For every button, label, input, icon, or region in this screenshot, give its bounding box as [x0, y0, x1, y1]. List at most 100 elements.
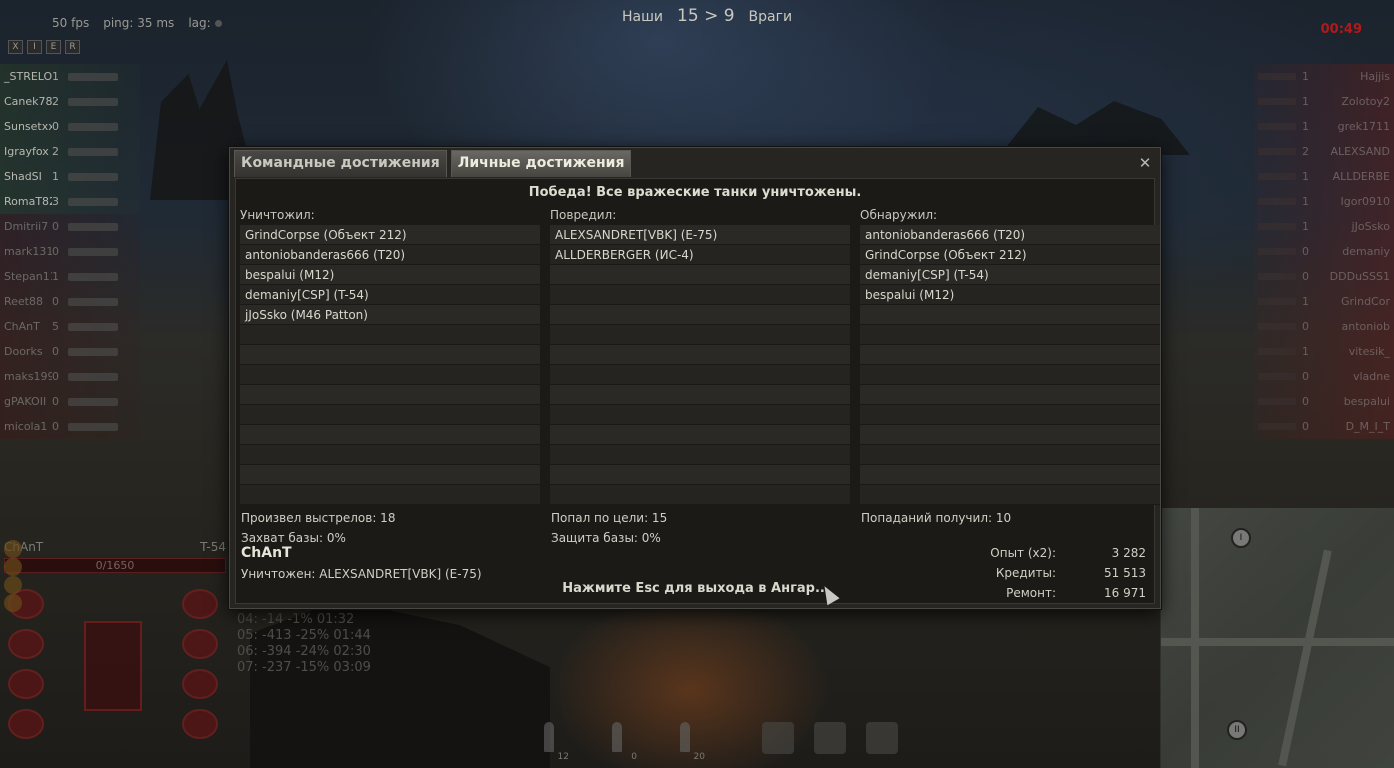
list-item	[860, 365, 1160, 385]
list-item	[550, 325, 850, 345]
view-button-1[interactable]: X	[8, 40, 23, 54]
log-line: 05: -413 -25% 01:44	[237, 628, 371, 643]
reward-value: 3 282	[1111, 546, 1146, 560]
tank-icon	[68, 247, 118, 256]
he-shell-icon	[680, 722, 690, 752]
minimap-road	[1161, 638, 1394, 646]
battle-results-dialog: Командные достижения Личные достижения ✕…	[229, 147, 1161, 609]
reward-label: Ремонт:	[1006, 586, 1056, 600]
tank-icon	[68, 347, 118, 356]
list-item: antoniobanderas666 (T20)	[240, 245, 540, 265]
close-icon[interactable]: ✕	[1136, 154, 1154, 172]
ammo-slot-1[interactable]: 12	[535, 718, 569, 762]
minimap[interactable]: I II	[1160, 508, 1394, 768]
list-item: GrindCorpse (Объект 212)	[240, 225, 540, 245]
repair-kit-icon[interactable]	[814, 722, 846, 754]
player-name: Sunsetxx	[4, 120, 52, 133]
tank-icon	[1258, 73, 1296, 80]
frag-count: 2	[52, 95, 59, 108]
list-item	[550, 445, 850, 465]
performance-stats: 50 fps ping: 35 ms lag:	[52, 16, 222, 30]
list-item	[240, 345, 540, 365]
frag-count: 0	[1302, 270, 1309, 283]
frag-count: 0	[52, 295, 59, 308]
player-name: ChAnT	[4, 320, 40, 333]
base-1-icon: I	[1231, 528, 1251, 548]
list-item	[860, 465, 1160, 485]
player-name: ShadSI	[4, 170, 42, 183]
player-name: Dmitrii7	[4, 220, 49, 233]
list-item	[860, 385, 1160, 405]
list-item: ALEXSANDRET[VBK] (E-75)	[550, 225, 850, 245]
frag-count: 2	[1302, 145, 1309, 158]
gun-icon	[8, 669, 44, 699]
gunner-icon	[4, 558, 22, 576]
list-item	[860, 445, 1160, 465]
team-row: 0 antoniob	[1254, 314, 1394, 339]
ammo-slot-3[interactable]: 20	[671, 718, 705, 762]
player-name: D_M_I_T	[1345, 420, 1390, 433]
enemies-score: 9	[723, 6, 735, 26]
player-name: jJoSsko	[1351, 220, 1390, 233]
reward-label: Опыт (x2):	[990, 546, 1056, 560]
frag-count: 0	[52, 120, 59, 133]
view-button-2[interactable]: I	[27, 40, 42, 54]
frag-count: 0	[1302, 370, 1309, 383]
fire-extinguisher-icon[interactable]	[762, 722, 794, 754]
player-name: Doorks	[4, 345, 43, 358]
player-name: DDDuSSS1	[1329, 270, 1390, 283]
list-item	[860, 325, 1160, 345]
player-name: Zolotoy2	[1341, 95, 1390, 108]
minimap-road	[1278, 549, 1332, 767]
list-item	[550, 385, 850, 405]
player-name: maks199	[4, 370, 52, 383]
victory-message: Победа! Все вражеские танки уничтожены.	[528, 185, 862, 200]
frag-count: 1	[1302, 170, 1309, 183]
column-title: Уничтожил:	[240, 208, 315, 222]
tab-team-achievements[interactable]: Командные достижения	[234, 150, 447, 177]
player-name: Igrayfox	[4, 145, 49, 158]
view-button-4[interactable]: R	[65, 40, 80, 54]
player-name: Stepan11	[4, 270, 52, 283]
shots-fired: Произвел выстрелов: 18	[241, 511, 396, 525]
list-item	[550, 425, 850, 445]
team-row: 2 ALEXSAND	[1254, 139, 1394, 164]
tank-icon	[68, 147, 118, 156]
frag-count: 1	[1302, 70, 1309, 83]
base-defense: Защита базы: 0%	[551, 531, 661, 545]
damaged-column: Повредил: ALEXSANDRET[VBK] (E-75) ALLDERB…	[550, 207, 850, 505]
first-aid-kit-icon[interactable]	[866, 722, 898, 754]
team-row: gPAKOII 0	[0, 389, 140, 414]
team-row: Canek78 2	[0, 89, 140, 114]
enemy-team-list: 1 Hajjis 1 Zolotoy2 1 grek1711 2 ALEXSAND 1 ALLDE…	[1254, 64, 1394, 439]
player-name: grek1711	[1337, 120, 1390, 133]
list-item	[860, 485, 1160, 505]
list-item	[550, 305, 850, 325]
ammo-slot-2[interactable]: 0	[603, 718, 637, 762]
frag-count: 5	[52, 320, 59, 333]
frag-count: 0	[52, 345, 59, 358]
list-item	[860, 345, 1160, 365]
crew-icons	[4, 540, 226, 612]
log-line: 04: -14 -1% 01:32	[237, 612, 355, 627]
score-separator: >	[704, 6, 719, 26]
ammo-bar: 12 0 20	[535, 718, 705, 762]
player-name: Hajjis	[1360, 70, 1390, 83]
list-item	[550, 285, 850, 305]
frag-count: 0	[52, 245, 59, 258]
frag-count: 0	[52, 420, 59, 433]
tank-icon	[68, 397, 118, 406]
team-row: ChAnT 5	[0, 314, 140, 339]
reward-credits: Кредиты: 51 513	[946, 563, 1146, 583]
destroyed-list: GrindCorpse (Объект 212) antoniobanderas6…	[240, 225, 540, 505]
tank-icon	[1258, 323, 1296, 330]
team-row: Dmitrii7 0	[0, 214, 140, 239]
tab-personal-achievements[interactable]: Личные достижения	[450, 150, 632, 177]
list-item	[860, 305, 1160, 325]
column-title: Повредил:	[550, 208, 617, 222]
tank-hull-diagram	[84, 621, 142, 711]
list-item	[240, 365, 540, 385]
frag-count: 1	[1302, 120, 1309, 133]
base-capture: Захват базы: 0%	[241, 531, 346, 545]
view-button-3[interactable]: E	[46, 40, 61, 54]
